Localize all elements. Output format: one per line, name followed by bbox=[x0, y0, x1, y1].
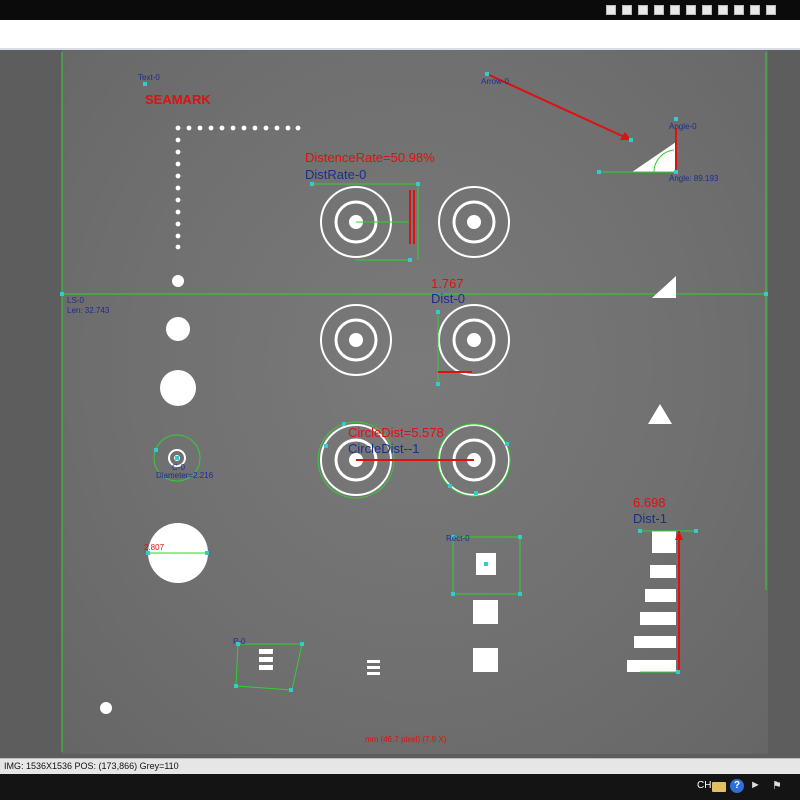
disc-targets bbox=[100, 275, 208, 714]
taskbar: CH ? ► ⚑ bbox=[0, 774, 800, 800]
folder-icon[interactable] bbox=[712, 782, 726, 792]
p0-label: P-0 bbox=[233, 637, 246, 646]
language-indicator[interactable]: CH bbox=[697, 780, 711, 791]
angle-label: Angle-0 bbox=[669, 122, 697, 131]
big-circle-value: 2.807 bbox=[144, 543, 165, 552]
status-text: IMG: 1536X1536 POS: (173,866) Grey=110 bbox=[4, 761, 179, 771]
angle-value: Angle: 89.193 bbox=[669, 174, 719, 183]
arrow-label: Arrow-0 bbox=[481, 77, 510, 86]
distrate-value: DistenceRate=50.98% bbox=[305, 150, 435, 165]
square-targets bbox=[259, 553, 498, 675]
text-label: Text-0 bbox=[138, 73, 160, 82]
distrate-label: DistRate-0 bbox=[305, 167, 366, 182]
step-bars bbox=[627, 531, 676, 672]
dist0-label: Dist-0 bbox=[431, 291, 465, 306]
circledist-label: CircleDist--1 bbox=[348, 441, 420, 456]
ls-length: Len: 32.743 bbox=[67, 306, 110, 315]
help-icon[interactable]: ? bbox=[730, 779, 744, 793]
seamark-text: SEAMARK bbox=[145, 92, 211, 107]
flag-icon[interactable]: ⚑ bbox=[772, 779, 786, 793]
status-bar: IMG: 1536X1536 POS: (173,866) Grey=110 bbox=[0, 758, 800, 775]
circledist-value: CircleDist=5.578 bbox=[348, 425, 444, 440]
speaker-icon[interactable]: ► bbox=[750, 779, 764, 793]
dot-ruler bbox=[175, 125, 301, 250]
c0-diameter: Diameter=2.216 bbox=[156, 471, 214, 480]
ls-label: LS-0 bbox=[67, 296, 84, 305]
dist0-value: 1.767 bbox=[431, 276, 464, 291]
dist1-label: Dist-1 bbox=[633, 511, 667, 526]
triangle-target bbox=[652, 276, 676, 298]
dist1-value: 6.698 bbox=[633, 495, 666, 510]
roi-shapes bbox=[148, 149, 696, 691]
rect-label: Rect-0 bbox=[446, 534, 470, 543]
triangle-target bbox=[648, 404, 672, 424]
scale-text: mm (46.7 pixel) (7.9 X) bbox=[365, 735, 447, 744]
measurement-overlay[interactable]: Text-0 SEAMARK Arrow-0 Angle-0 Angle: 89… bbox=[0, 0, 800, 800]
